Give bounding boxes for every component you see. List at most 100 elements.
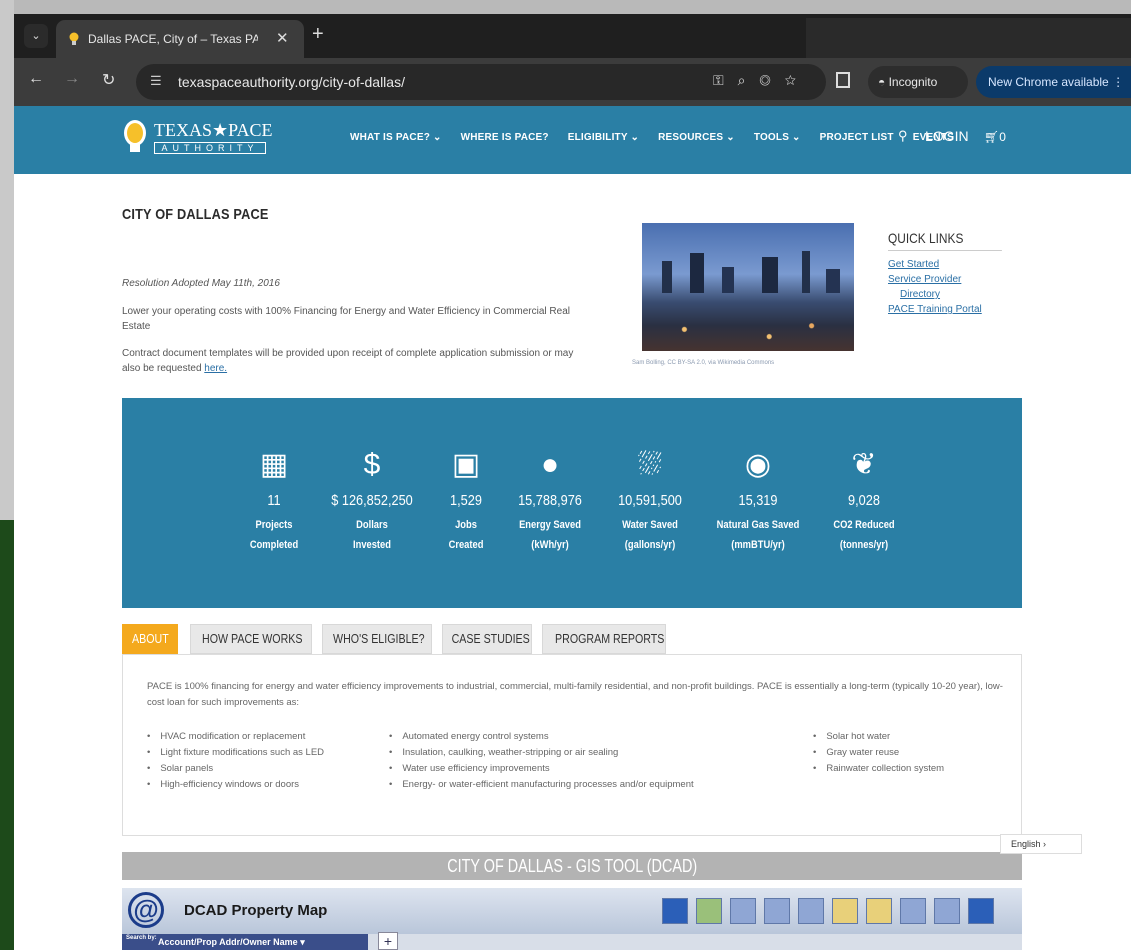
stat-label-line1: Water Saved [622,519,678,531]
browser-window: ⌄ Dallas PACE, City of – Texas PA… ✕ + ←… [14,14,1131,950]
stat-dollars: $ $ 126,852,250 Dollars Invested [322,446,422,555]
quick-links: QUICK LINKS Get Started Service Provider… [888,230,1022,317]
nav-resources[interactable]: RESOURCES ⌄ [658,132,735,143]
stat-value: 9,028 [848,492,880,509]
eye-slash-icon[interactable]: ◎ [759,72,784,88]
edit-note-icon[interactable] [832,898,858,924]
logo-subtext[interactable]: AUTHORITY [154,142,266,154]
tab-whos-eligible[interactable]: WHO'S ELIGIBLE? [322,624,432,654]
list-item: Water use efficiency improvements [389,761,694,777]
side-panel-icon[interactable] [836,72,850,88]
contract-request-link[interactable]: here. [204,363,227,374]
chevron-down-icon: ▾ [300,937,305,947]
logo-text[interactable]: TEXAS★PACE [154,120,273,141]
list-item: Light fixture modifications such as LED [147,745,324,761]
quick-link-directory[interactable]: Directory [888,287,1022,302]
site-info-icon[interactable]: ☰ [150,73,162,89]
print-icon[interactable] [798,898,824,924]
search-by-label: Search by: [126,935,157,941]
nav-where-is-pace[interactable]: WHERE IS PACE? [461,132,549,143]
incognito-indicator[interactable]: ◓ Incognito [868,66,968,98]
quick-link-service-provider[interactable]: Service Provider [888,272,1022,287]
improvements-list-1: HVAC modification or replacement Light f… [147,729,324,793]
stat-water: ⛆ 10,591,500 Water Saved (gallons/yr) [600,446,700,555]
tab-program-reports[interactable]: PROGRAM REPORTS [542,624,666,654]
more-menu-icon[interactable]: ⋮ [1112,75,1124,89]
map-search-row: Search by: Account/Prop Addr/Owner Name … [122,932,1022,950]
quick-links-title: QUICK LINKS [888,230,1002,251]
tab-search-chevron-icon[interactable]: ⌄ [24,24,48,48]
intro-section: CITY OF DALLAS PACE Resolution Adopted M… [122,206,582,374]
stat-label-line1: Dollars [356,519,388,531]
password-key-icon[interactable]: ⚿ [713,72,738,88]
address-bar-actions[interactable]: ⚿⌕◎☆ [713,72,810,89]
quick-link-get-started[interactable]: Get Started [888,257,1022,272]
zoom-icon[interactable]: ⌕ [738,72,760,88]
new-tab-plus-icon[interactable]: + [312,23,324,46]
dollar-icon: $ [363,448,381,481]
nav-project-list[interactable]: PROJECT LIST [820,132,894,143]
new-chrome-available-button[interactable]: New Chrome available ⋮ [976,66,1131,98]
skyline-building [826,269,840,293]
leaf-icon: ❦ [851,448,877,481]
list-item: Automated energy control systems [389,729,694,745]
quick-link-training-portal[interactable]: PACE Training Portal [888,302,1022,317]
login-link[interactable]: LOGIN [925,128,969,144]
color-grid-icon[interactable] [866,898,892,924]
improvements-list-2: Automated energy control systems Insulat… [389,729,694,793]
list-view-icon[interactable] [764,898,790,924]
stat-label: CO2 Reduced (tonnes/yr) [822,515,907,555]
page-title: CITY OF DALLAS PACE [122,206,269,223]
dcad-logo-icon: @ [128,892,164,928]
tab-program-reports-label: PROGRAM REPORTS [555,631,665,646]
skyline-building [690,253,704,293]
web-page: TEXAS★PACE AUTHORITY WHAT IS PACE? ⌄ WHE… [14,106,1131,950]
flame-icon: ◉ [744,448,772,481]
tab-about[interactable]: ABOUT [122,624,178,654]
back-arrow-icon[interactable]: ← [28,70,44,88]
forward-arrow-icon[interactable]: → [64,70,80,88]
address-bar[interactable]: ☰ texaspaceauthority.org/city-of-dallas/… [136,64,826,100]
stat-label-line2: (kWh/yr) [531,539,569,551]
stat-label-line2: Completed [249,539,299,551]
table-grid-icon[interactable] [730,898,756,924]
stat-label: Projects Completed [232,515,317,555]
stat-label: Energy Saved (kWh/yr) [508,515,593,555]
stat-label-line2: Invested [353,539,391,551]
tab-how-pace-works[interactable]: HOW PACE WORKS [190,624,312,654]
bookmark-star-icon[interactable]: ☆ [785,72,810,88]
stat-value: 11 [267,492,281,509]
photo-credit[interactable]: Sam Bolling, CC BY-SA 2.0, via Wikimedia… [632,360,774,366]
language-selector[interactable]: English › [1000,834,1082,854]
map-layer-icon[interactable] [696,898,722,924]
tab-title: Dallas PACE, City of – Texas PA… [88,32,258,46]
list-item: HVAC modification or replacement [147,729,324,745]
list-item: Insulation, caulking, weather-stripping … [389,745,694,761]
city-lights [642,315,854,351]
nav-tools[interactable]: TOOLS ⌄ [754,132,801,143]
tab-case-studies[interactable]: CASE STUDIES [442,624,532,654]
share-icon[interactable] [900,898,926,924]
stat-value: 1,529 [450,492,482,509]
zoom-magnifier-icon[interactable] [662,898,688,924]
lightbulb-logo-icon[interactable] [124,120,146,146]
resolution-date: Resolution Adopted May 11th, 2016 [122,278,280,289]
shower-icon: ⛆ [638,448,662,481]
stat-value: $ 126,852,250 [331,492,413,509]
search-icon[interactable]: ⚲ [898,128,908,144]
email-at-icon[interactable] [934,898,960,924]
dallas-skyline-photo [642,223,854,351]
stat-label-line2: Created [448,539,484,551]
nav-what-is-pace[interactable]: WHAT IS PACE? ⌄ [350,132,442,143]
about-panel: PACE is 100% financing for energy and wa… [122,654,1022,836]
reload-icon[interactable]: ↻ [102,70,115,90]
search-by-dropdown[interactable]: Search by: Account/Prop Addr/Owner Name … [122,934,368,950]
add-plus-button[interactable]: + [378,932,398,950]
browser-tab[interactable]: Dallas PACE, City of – Texas PA… ✕ [56,20,304,58]
stat-energy: ● 15,788,976 Energy Saved (kWh/yr) [500,446,600,555]
help-icon[interactable] [968,898,994,924]
nav-eligibility[interactable]: ELIGIBILITY ⌄ [568,132,639,143]
tab-case-studies-label: CASE STUDIES [451,631,530,646]
tab-close-icon[interactable]: ✕ [276,29,289,47]
cart-button[interactable]: 🛒︎0 [984,130,1006,144]
